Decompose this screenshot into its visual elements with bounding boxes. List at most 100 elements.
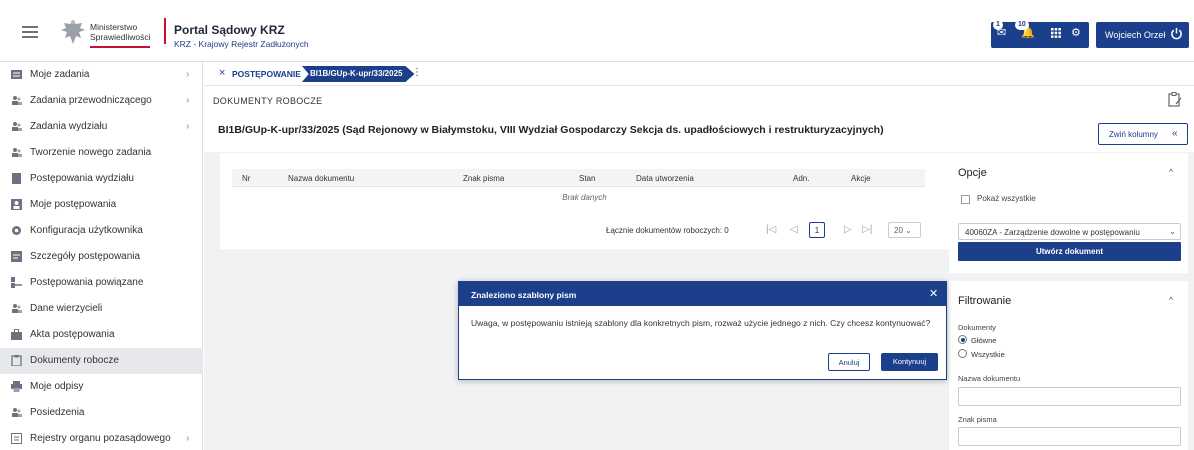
users-icon [12, 122, 22, 131]
sidebar-item-label: Rejestry organu pozasądowego [30, 433, 171, 444]
column-header-adn[interactable]: Adn. [793, 174, 809, 183]
sidebar-item-dokumenty-robocze[interactable]: Dokumenty robocze [0, 348, 203, 374]
document-name-input[interactable] [958, 387, 1181, 406]
sidebar-item-label: Posiedzenia [30, 407, 85, 418]
current-page-input[interactable]: 1 [809, 222, 825, 238]
column-header-data[interactable]: Data utworzenia [636, 174, 694, 183]
column-header-nr[interactable]: Nr [242, 174, 250, 183]
sidebar-item-powiazane[interactable]: Postępowania powiązane [0, 270, 203, 296]
ministry-name-line2: Sprawiedliwości [90, 32, 151, 42]
column-header-nazwa[interactable]: Nazwa dokumentu [288, 174, 354, 183]
users-icon [12, 96, 22, 105]
document-name-label: Nazwa dokumentu [958, 374, 1021, 383]
show-all-label: Pokaż wszystkie [977, 194, 1036, 203]
filter-title: Filtrowanie [958, 295, 1012, 307]
sidebar-item-postepowania-wydzialu[interactable]: Postępowania wydziału [0, 166, 203, 192]
sidebar-item-label: Akta postępowania [30, 329, 115, 340]
clipboard-edit-icon[interactable] [1168, 92, 1182, 107]
options-title: Opcje [958, 167, 987, 179]
chevron-down-icon: ⌄ [1169, 227, 1176, 236]
portal-subtitle: KRZ - Krajowy Rejestr Zadłużonych [174, 39, 309, 49]
case-title-bar: BI1B/GUp-K-upr/33/2025 (Sąd Rejonowy w B… [204, 112, 1194, 152]
close-breadcrumb-icon[interactable]: × [219, 67, 225, 79]
show-all-checkbox[interactable] [961, 195, 970, 204]
next-page-icon[interactable]: ▷ [844, 224, 852, 235]
column-header-akcje: Akcje [851, 174, 871, 183]
column-header-znak[interactable]: Znak pisma [463, 174, 504, 183]
settings-gear-icon[interactable]: ⚙ [1071, 26, 1081, 39]
collapse-columns-button[interactable]: Zwiń kolumny « [1098, 123, 1188, 145]
templates-found-dialog: Znaleziono szablony pism ✕ Uwaga, w post… [458, 281, 947, 380]
column-header-stan[interactable]: Stan [579, 174, 595, 183]
sidebar-item-moje-postepowania[interactable]: Moje postępowania [0, 192, 203, 218]
sidebar-item-moje-odpisy[interactable]: Moje odpisy [0, 374, 203, 400]
clipboard-icon [11, 355, 22, 366]
radio-main-label: Główne [971, 336, 997, 345]
app-header: Ministerstwo Sprawiedliwości Portal Sądo… [0, 0, 1194, 62]
print-icon [11, 381, 22, 392]
header-separator [164, 18, 166, 44]
sidebar-item-label: Dane wierzycieli [30, 303, 103, 314]
sidebar-item-label: Moje postępowania [30, 199, 117, 210]
previous-page-icon[interactable]: ◁ [790, 224, 798, 235]
sidebar-item-label: Moje zadania [30, 69, 90, 80]
chevron-right-icon: › [186, 95, 190, 106]
folder-user-icon [11, 199, 22, 210]
sidebar-item-label: Moje odpisy [30, 381, 84, 392]
close-icon[interactable]: ✕ [929, 287, 938, 300]
first-page-icon[interactable]: |◁ [766, 224, 776, 235]
filter-panel: Filtrowanie ^ Dokumenty Główne Wszystkie… [949, 281, 1188, 450]
ministry-name-line1: Ministerstwo [90, 22, 138, 32]
sidebar-item-rejestry[interactable]: Rejestry organu pozasądowego › [0, 426, 203, 450]
radio-all-documents[interactable] [958, 349, 967, 358]
sidebar-item-tworzenie-zadania[interactable]: Tworzenie nowego zadania [0, 140, 203, 166]
details-icon [11, 251, 22, 262]
chevron-right-icon: › [186, 69, 190, 80]
sidebar-nav: Moje zadania › Zadania przewodniczącego … [0, 62, 203, 450]
more-vertical-icon[interactable]: ⋮ [412, 67, 422, 78]
create-document-button[interactable]: Utwórz dokument [958, 242, 1181, 261]
logout-power-icon[interactable] [1170, 27, 1183, 40]
dialog-title: Znaleziono szablony pism [471, 290, 577, 300]
logo-underline [90, 46, 150, 48]
empty-table-message: Brak danych [562, 193, 607, 202]
continue-button[interactable]: Kontynuuj [881, 353, 938, 371]
sidebar-item-wierzyciele[interactable]: Dane wierzycieli [0, 296, 203, 322]
user-menu-button[interactable]: Wojciech Orzeł [1096, 22, 1189, 48]
sidebar-item-moje-zadania[interactable]: Moje zadania › [0, 62, 203, 88]
pagination: Łącznie dokumentów roboczych: 0 |◁ ◁ 1 ▷… [220, 221, 949, 239]
sidebar-item-zadania-wydzialu[interactable]: Zadania wydziału › [0, 114, 203, 140]
sidebar-item-posiedzenia[interactable]: Posiedzenia [0, 400, 203, 426]
sidebar-item-label: Zadania przewodniczącego [30, 95, 152, 106]
letter-sign-label: Znak pisma [958, 415, 997, 424]
apps-grid-icon[interactable] [1051, 26, 1061, 41]
ministry-logo[interactable]: Ministerstwo Sprawiedliwości [60, 16, 160, 52]
sidebar-item-konfiguracja[interactable]: Konfiguracja użytkownika [0, 218, 203, 244]
sidebar-item-zadania-przewodniczacego[interactable]: Zadania przewodniczącego › [0, 88, 203, 114]
hamburger-menu-icon[interactable] [22, 26, 38, 38]
breadcrumb-item-postepowanie[interactable]: POSTĘPOWANIE [232, 69, 301, 79]
radio-all-label: Wszystkie [971, 350, 1005, 359]
last-page-icon[interactable]: ▷| [862, 224, 872, 235]
chevron-up-icon[interactable]: ^ [1169, 167, 1173, 177]
radio-main-documents[interactable] [958, 335, 967, 344]
page-title-bar: DOKUMENTY ROBOCZE [204, 86, 1194, 112]
gear-icon [12, 226, 21, 235]
cancel-button[interactable]: Anuluj [828, 353, 870, 371]
dialog-message: Uwaga, w postępowaniu istnieją szablony … [471, 318, 931, 328]
double-chevron-left-icon: « [1172, 128, 1178, 139]
portal-title: Portal Sądowy KRZ [174, 23, 285, 37]
users-icon [12, 408, 22, 417]
sidebar-item-akta[interactable]: Akta postępowania [0, 322, 203, 348]
notifications-badge: 10 [1015, 20, 1029, 30]
page-size-value: 20 [894, 226, 903, 235]
sidebar-item-szczegoly[interactable]: Szczegóły postępowania [0, 244, 203, 270]
breadcrumb-item-case[interactable]: BI1B/GUp-K-upr/33/2025 [302, 66, 415, 82]
tasks-icon [11, 70, 22, 79]
letter-sign-input[interactable] [958, 427, 1181, 446]
options-panel: Opcje ^ Pokaż wszystkie 40060ZA - Zarząd… [949, 153, 1188, 273]
chevron-up-icon[interactable]: ^ [1169, 295, 1173, 305]
main-content: × POSTĘPOWANIE BI1B/GUp-K-upr/33/2025 ⋮ … [204, 62, 1194, 450]
template-select[interactable]: 40060ZA - Zarządzenie dowolne w postępow… [958, 223, 1181, 240]
page-size-select[interactable]: 20 ⌄ [888, 222, 921, 238]
